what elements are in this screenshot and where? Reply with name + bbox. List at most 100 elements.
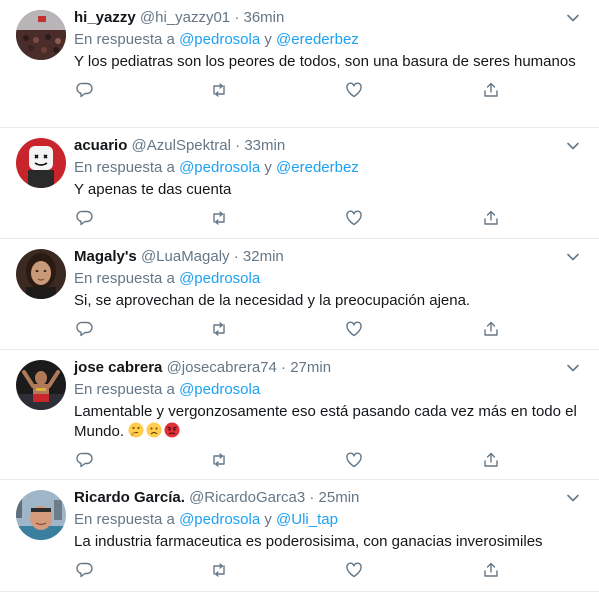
tweet[interactable]: hi_yazzy @hi_yazzy01 · 36min En respuest… <box>0 0 599 128</box>
reply-joiner: y <box>264 511 272 528</box>
display-name[interactable]: jose cabrera <box>74 359 162 376</box>
tweet-actions <box>74 200 587 238</box>
like-icon[interactable] <box>345 451 363 469</box>
tweet[interactable]: Ricardo García. @RicardoGarca3 · 25min E… <box>0 480 599 592</box>
reply-prefix: En respuesta a <box>74 270 175 287</box>
mention-link[interactable]: @pedrosola <box>179 270 260 287</box>
chevron-down-icon[interactable] <box>565 249 581 265</box>
avatar-crowd-photo <box>16 10 66 60</box>
retweet-icon[interactable] <box>210 561 228 579</box>
timestamp[interactable]: 36min <box>244 9 285 26</box>
retweet-icon[interactable] <box>210 81 228 99</box>
frowning-face-emoji <box>146 422 162 438</box>
mention-link[interactable]: @pedrosola <box>179 381 260 398</box>
tweet-header: hi_yazzy @hi_yazzy01 · 36min <box>74 8 587 28</box>
tweet-actions <box>74 311 587 349</box>
display-name[interactable]: Magaly's <box>74 248 137 265</box>
avatar-marshmello-photo <box>16 138 66 188</box>
reply-context: En respuesta a @pedrosola y @erederbez <box>74 158 587 178</box>
tweet-text: Lamentable y vergonzosamente eso está pa… <box>74 402 587 442</box>
reply-prefix: En respuesta a <box>74 381 175 398</box>
tweet-header: acuario @AzulSpektral · 33min <box>74 136 587 156</box>
like-icon[interactable] <box>345 320 363 338</box>
retweet-icon[interactable] <box>210 451 228 469</box>
chevron-down-icon[interactable] <box>565 10 581 26</box>
reply-context: En respuesta a @pedrosola y @Uli_tap <box>74 510 587 530</box>
reply-context: En respuesta a @pedrosola <box>74 380 587 400</box>
tweet-text: Y apenas te das cuenta <box>74 181 232 198</box>
retweet-icon[interactable] <box>210 320 228 338</box>
avatar[interactable] <box>16 10 66 60</box>
timestamp[interactable]: 33min <box>244 137 285 154</box>
reply-prefix: En respuesta a <box>74 31 175 48</box>
avatar-woman-photo <box>16 249 66 299</box>
user-handle[interactable]: @josecabrera74 <box>167 359 277 376</box>
reply-joiner: y <box>264 31 272 48</box>
separator-dot: · <box>234 9 240 26</box>
mention-link[interactable]: @Uli_tap <box>276 511 338 528</box>
user-handle[interactable]: @hi_yazzy01 <box>140 9 230 26</box>
avatar[interactable] <box>16 360 66 410</box>
user-handle[interactable]: @AzulSpektral <box>132 137 231 154</box>
timestamp[interactable]: 25min <box>319 489 360 506</box>
avatar[interactable] <box>16 138 66 188</box>
tweet-feed: hi_yazzy @hi_yazzy01 · 36min En respuest… <box>0 0 599 592</box>
reply-context: En respuesta a @pedrosola y @erederbez <box>74 30 587 50</box>
separator-dot: · <box>233 248 239 265</box>
reply-prefix: En respuesta a <box>74 159 175 176</box>
chevron-down-icon[interactable] <box>565 490 581 506</box>
tweet[interactable]: Magaly's @LuaMagaly · 32min En respuesta… <box>0 239 599 350</box>
timestamp[interactable]: 32min <box>243 248 284 265</box>
like-icon[interactable] <box>345 81 363 99</box>
retweet-icon[interactable] <box>210 209 228 227</box>
tweet-text: La industria farmaceutica es poderosisim… <box>74 533 543 550</box>
reply-icon[interactable] <box>76 81 94 99</box>
user-handle[interactable]: @RicardoGarca3 <box>189 489 305 506</box>
separator-dot: · <box>281 359 287 376</box>
mention-link[interactable]: @erederbez <box>276 31 359 48</box>
tweet-actions <box>74 442 587 480</box>
tweet-actions <box>74 552 587 590</box>
separator-dot: · <box>235 137 241 154</box>
share-icon[interactable] <box>482 561 500 579</box>
angry-face-emoji <box>164 422 180 438</box>
reply-icon[interactable] <box>76 320 94 338</box>
reply-prefix: En respuesta a <box>74 511 175 528</box>
tweet-text: Si, se aprovechan de la necesidad y la p… <box>74 292 471 309</box>
share-icon[interactable] <box>482 81 500 99</box>
user-handle[interactable]: @LuaMagaly <box>141 248 230 265</box>
chevron-down-icon[interactable] <box>565 360 581 376</box>
reply-icon[interactable] <box>76 209 94 227</box>
like-icon[interactable] <box>345 561 363 579</box>
reply-icon[interactable] <box>76 561 94 579</box>
reply-context: En respuesta a @pedrosola <box>74 269 587 289</box>
tweet-text: Y los pediatras son los peores de todos,… <box>74 53 576 70</box>
tweet-actions <box>74 72 587 110</box>
mention-link[interactable]: @pedrosola <box>179 31 260 48</box>
display-name[interactable]: acuario <box>74 137 127 154</box>
timestamp[interactable]: 27min <box>290 359 331 376</box>
tweet-header: Ricardo García. @RicardoGarca3 · 25min <box>74 488 587 508</box>
share-icon[interactable] <box>482 451 500 469</box>
separator-dot: · <box>309 489 315 506</box>
display-name[interactable]: hi_yazzy <box>74 9 136 26</box>
tweet-header: Magaly's @LuaMagaly · 32min <box>74 247 587 267</box>
thinking-face-emoji <box>128 422 144 438</box>
tweet-header: jose cabrera @josecabrera74 · 27min <box>74 358 587 378</box>
share-icon[interactable] <box>482 209 500 227</box>
display-name[interactable]: Ricardo García. <box>74 489 185 506</box>
share-icon[interactable] <box>482 320 500 338</box>
avatar-man-city-photo <box>16 490 66 540</box>
chevron-down-icon[interactable] <box>565 138 581 154</box>
tweet[interactable]: jose cabrera @josecabrera74 · 27min En r… <box>0 350 599 480</box>
avatar[interactable] <box>16 249 66 299</box>
reply-joiner: y <box>264 159 272 176</box>
like-icon[interactable] <box>345 209 363 227</box>
mention-link[interactable]: @erederbez <box>276 159 359 176</box>
reply-icon[interactable] <box>76 451 94 469</box>
mention-link[interactable]: @pedrosola <box>179 159 260 176</box>
mention-link[interactable]: @pedrosola <box>179 511 260 528</box>
avatar[interactable] <box>16 490 66 540</box>
avatar-wrestler-photo <box>16 360 66 410</box>
tweet[interactable]: acuario @AzulSpektral · 33min En respues… <box>0 128 599 239</box>
